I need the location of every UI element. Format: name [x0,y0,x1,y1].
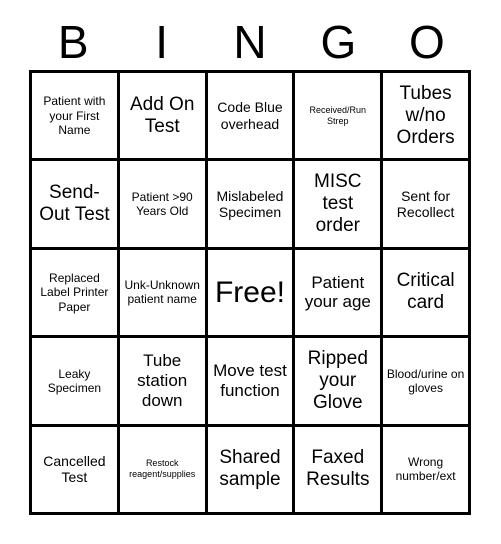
bingo-cell-label: Patient your age [304,272,371,312]
bingo-cell-label: Faxed Results [306,447,370,491]
bingo-cell[interactable]: Wrong number/ext [383,426,471,515]
bingo-cell-label: Shared sample [219,447,281,491]
bingo-cell-label: Wrong number/ext [395,455,456,484]
bingo-cell[interactable]: Mislabeled Specimen [207,161,296,250]
bingo-cell-label: Tube station down [137,351,188,410]
bingo-cell[interactable]: Faxed Results [295,426,384,515]
bingo-header: B I N G O [29,14,471,70]
bingo-cell[interactable]: Blood/urine on gloves [383,338,471,427]
bingo-cell-label: Add On Test [129,93,195,137]
bingo-cell-label: Critical card [396,270,455,314]
bingo-cell[interactable]: MISC test order [295,161,384,250]
bingo-cell[interactable]: Unk-Unknown patient name [119,249,208,339]
bingo-cell-label: Replaced Label Printer Paper [40,271,109,314]
bingo-cell[interactable]: Sent for Recollect [383,161,471,250]
bingo-cell-label: Unk-Unknown patient name [124,278,200,307]
bingo-cell-label: Restock reagent/supplies [129,458,196,480]
bingo-cell-label: MISC test order [314,171,362,237]
bingo-cell[interactable]: Tube station down [119,338,208,427]
bingo-cell[interactable]: Patient your age [295,249,384,339]
bingo-cell[interactable]: Leaky Specimen [32,338,120,427]
bingo-cell[interactable]: Patient >90 Years Old [119,161,208,250]
bingo-cell-label: Send-Out Test [39,182,110,226]
bingo-cell[interactable]: Shared sample [207,426,296,515]
bingo-cell-free[interactable]: Free! [207,249,296,339]
bingo-cell-label: Mislabeled Specimen [216,187,284,221]
bingo-cell[interactable]: Move test function [207,338,296,427]
bingo-free-label: Free! [214,275,285,309]
bingo-cell[interactable]: Patient with your First Name [32,73,120,162]
header-letter-i: I [155,16,168,68]
bingo-cell-label: Blood/urine on gloves [386,366,465,395]
bingo-cell[interactable]: Restock reagent/supplies [119,426,208,515]
bingo-cell[interactable]: Add On Test [119,73,208,162]
bingo-cell-label: Patient with your First Name [43,94,106,137]
bingo-cell-label: Sent for Recollect [396,187,455,221]
bingo-cell[interactable]: Tubes w/no Orders [383,73,471,162]
bingo-cell-label: Leaky Specimen [47,366,102,395]
bingo-cell[interactable]: Send-Out Test [32,161,120,250]
bingo-cell-label: Patient >90 Years Old [131,189,193,219]
bingo-cell[interactable]: Code Blue overhead [207,73,296,162]
header-letter-n: N [233,16,267,68]
bingo-grid: Patient with your First Name Add On Test… [29,70,471,515]
bingo-cell[interactable]: Received/Run Strep [295,73,384,162]
bingo-cell-label: Tubes w/no Orders [396,82,455,148]
header-letter-b: B [57,16,89,68]
bingo-cell[interactable]: Ripped your Glove [295,338,384,427]
bingo-cell-label: Received/Run Strep [309,104,367,126]
bingo-cell-label: Move test function [213,361,287,400]
bingo-cell[interactable]: Cancelled Test [32,426,120,515]
bingo-cell[interactable]: Replaced Label Printer Paper [32,249,120,339]
header-letter-g: G [320,16,357,68]
bingo-cell-label: Ripped your Glove [307,347,368,413]
bingo-cell-label: Cancelled Test [43,453,106,486]
bingo-cell[interactable]: Critical card [383,249,471,339]
bingo-card: B I N G O Patient with your First Name A… [0,0,501,544]
header-letter-o: O [408,16,445,68]
bingo-cell-label: Code Blue overhead [217,99,283,132]
